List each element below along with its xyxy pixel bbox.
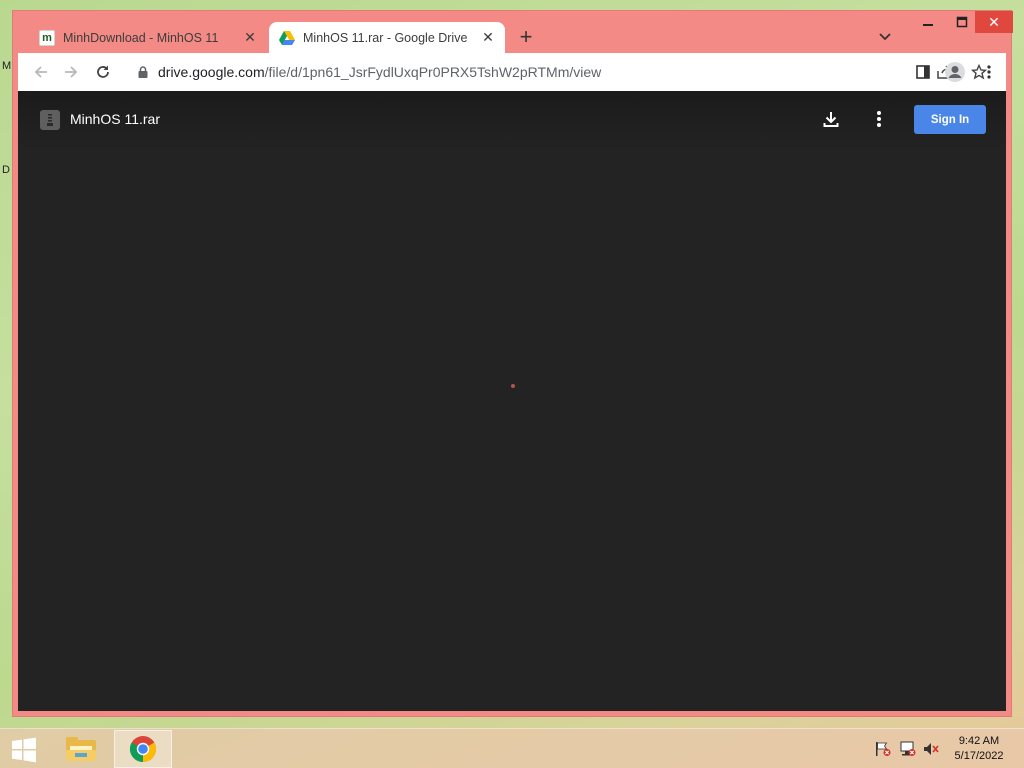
tab-search-chevron-icon[interactable] bbox=[875, 29, 895, 45]
loading-indicator bbox=[511, 384, 515, 388]
maximize-button[interactable] bbox=[945, 11, 979, 33]
lock-icon[interactable] bbox=[136, 65, 150, 79]
tab-title: MinhDownload - MinhOS 11 bbox=[63, 30, 219, 45]
close-window-button[interactable]: ✕ bbox=[975, 11, 1013, 33]
reload-button[interactable] bbox=[88, 57, 118, 87]
new-tab-button[interactable]: + bbox=[513, 25, 539, 51]
viewer-header: MinhOS 11.rar Sign In bbox=[18, 91, 1006, 149]
close-tab-icon[interactable]: ✕ bbox=[477, 29, 499, 46]
chrome-logo-icon bbox=[129, 736, 157, 763]
desktop-icon-label-fragment: M bbox=[2, 60, 12, 72]
network-icon[interactable] bbox=[898, 741, 916, 757]
volume-muted-icon[interactable] bbox=[922, 741, 940, 757]
download-button[interactable] bbox=[818, 106, 844, 132]
system-clock[interactable]: 9:42 AM 5/17/2022 bbox=[946, 734, 1012, 764]
file-name: MinhOS 11.rar bbox=[70, 111, 160, 127]
more-vert-icon bbox=[877, 111, 881, 127]
download-icon bbox=[823, 112, 839, 127]
browser-window: m MinhDownload - MinhOS 11 ✕ MinhOS 11.r… bbox=[12, 10, 1013, 717]
avatar-icon bbox=[945, 62, 965, 82]
reload-icon bbox=[97, 65, 109, 78]
side-panel-button[interactable] bbox=[908, 57, 938, 87]
more-options-button[interactable] bbox=[866, 106, 892, 132]
minimize-button[interactable] bbox=[911, 11, 945, 33]
url-host: drive.google.com bbox=[158, 64, 265, 80]
back-arrow-icon bbox=[34, 66, 47, 78]
archive-file-icon bbox=[40, 110, 60, 130]
clock-date: 5/17/2022 bbox=[954, 750, 1004, 762]
browser-menu-button[interactable] bbox=[974, 57, 1004, 87]
forward-button[interactable] bbox=[56, 57, 86, 87]
tab-minhdownload[interactable]: m MinhDownload - MinhOS 11 ✕ bbox=[33, 22, 267, 53]
taskbar: 9:42 AM 5/17/2022 bbox=[0, 728, 1024, 768]
windows-logo-icon bbox=[12, 737, 36, 763]
file-explorer-taskbar-button[interactable] bbox=[52, 730, 110, 768]
browser-toolbar: drive.google.com/file/d/1pn61_JsrFydlUxq… bbox=[18, 53, 1006, 91]
minhdownload-favicon-icon: m bbox=[39, 29, 55, 46]
drive-file-viewer: MinhOS 11.rar Sign In bbox=[18, 91, 1006, 711]
close-tab-icon[interactable]: ✕ bbox=[239, 29, 261, 46]
folder-icon bbox=[66, 737, 96, 761]
url-text: drive.google.com/file/d/1pn61_JsrFydlUxq… bbox=[158, 64, 601, 80]
action-center-flag-icon[interactable] bbox=[874, 741, 892, 757]
tab-google-drive[interactable]: MinhOS 11.rar - Google Drive ✕ bbox=[269, 22, 505, 53]
chrome-taskbar-button[interactable] bbox=[114, 730, 172, 768]
address-bar[interactable]: drive.google.com/file/d/1pn61_JsrFydlUxq… bbox=[126, 56, 988, 88]
kebab-menu-icon bbox=[987, 65, 991, 79]
back-button[interactable] bbox=[26, 57, 56, 87]
profile-button[interactable] bbox=[940, 57, 970, 87]
tab-title: MinhOS 11.rar - Google Drive bbox=[303, 30, 468, 45]
sign-in-button[interactable]: Sign In bbox=[914, 105, 986, 134]
side-panel-icon bbox=[916, 65, 930, 79]
google-drive-favicon-icon bbox=[279, 30, 295, 46]
desktop-icon-label-fragment: D bbox=[2, 164, 10, 176]
tab-strip: m MinhDownload - MinhOS 11 ✕ MinhOS 11.r… bbox=[13, 11, 1013, 53]
start-button[interactable] bbox=[6, 735, 42, 765]
clock-time: 9:42 AM bbox=[958, 735, 1000, 747]
url-path: /file/d/1pn61_JsrFydlUxqPr0PRX5TshW2pRTM… bbox=[264, 64, 602, 80]
forward-arrow-icon bbox=[65, 66, 78, 78]
